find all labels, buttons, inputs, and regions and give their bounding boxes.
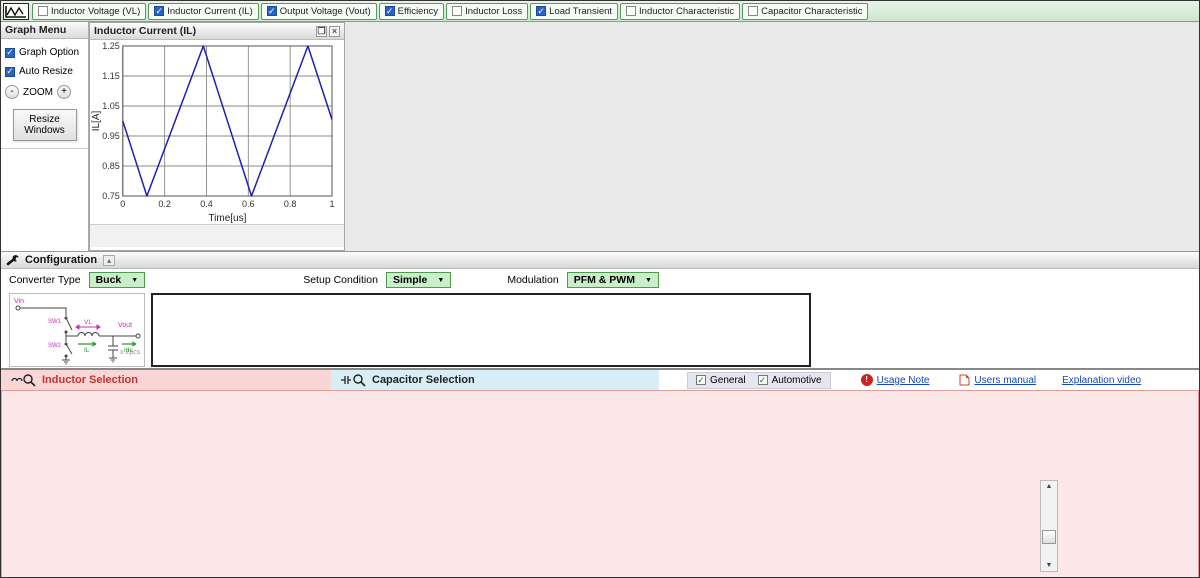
check-icon xyxy=(38,6,48,16)
check-icon: ✓ xyxy=(385,6,395,16)
resize-windows-button[interactable]: Resize Windows xyxy=(13,109,77,141)
check-icon: ✓ xyxy=(696,375,706,385)
check-icon: ✓ xyxy=(5,48,15,58)
setup-condition-group: Setup Condition Simple▼ xyxy=(303,272,451,288)
toolbar-item[interactable]: ✓Output Voltage (Vout) xyxy=(261,3,377,20)
wrench-icon xyxy=(5,254,19,267)
svg-text:0: 0 xyxy=(120,199,125,209)
check-icon xyxy=(626,6,636,16)
converter-type-group: Converter Type Buck▼ xyxy=(9,272,145,288)
svg-text:0.6: 0.6 xyxy=(242,199,255,209)
check-icon: ✓ xyxy=(5,67,15,77)
svg-text:0.75: 0.75 xyxy=(102,191,120,201)
table-scrollbar[interactable]: ▲ ▼ xyxy=(1040,480,1058,572)
app-logo-waveform-icon xyxy=(3,3,29,20)
toolbar-item-label: Inductor Loss xyxy=(465,6,522,17)
check-icon: ✓ xyxy=(267,6,277,16)
capacitor-magnifier-icon xyxy=(341,373,367,387)
toolbar-item[interactable]: Inductor Loss xyxy=(446,3,528,20)
svg-text:1.25: 1.25 xyxy=(102,41,120,51)
svg-text:0.85: 0.85 xyxy=(102,161,120,171)
close-icon[interactable]: × xyxy=(329,26,340,37)
svg-text:1: 1 xyxy=(329,199,334,209)
svg-text:SW2: SW2 xyxy=(48,343,62,349)
scroll-down-icon[interactable]: ▼ xyxy=(1046,560,1053,571)
modulation-group: Modulation PFM & PWM▼ xyxy=(507,272,659,288)
tab-capacitor-selection[interactable]: Capacitor Selection xyxy=(331,370,659,390)
toolbar-item[interactable]: ✓Inductor Current (IL) xyxy=(148,3,259,20)
check-icon: ✓ xyxy=(758,375,768,385)
zoom-out-button[interactable]: - xyxy=(5,85,19,99)
converter-type-select[interactable]: Buck▼ xyxy=(89,272,146,288)
results-table-area: ▲ ▼ xyxy=(1,480,1199,578)
svg-text:0.8: 0.8 xyxy=(284,199,297,209)
toolbar-item-label: Capacitor Characteristic xyxy=(761,6,862,17)
explanation-video-link[interactable]: Explanation video xyxy=(1062,375,1141,386)
check-icon xyxy=(748,6,758,16)
svg-text:0.4: 0.4 xyxy=(200,199,213,209)
svg-text:Time[us]: Time[us] xyxy=(208,213,246,224)
graph-menu-title: Graph Menu xyxy=(1,22,88,39)
top-toolbar: Inductor Voltage (VL)✓Inductor Current (… xyxy=(1,1,1199,22)
general-checkbox[interactable]: ✓General xyxy=(696,375,746,386)
toolbar-item-label: Load Transient xyxy=(549,6,612,17)
usage-note-link[interactable]: Usage Note xyxy=(877,375,930,386)
circuit-diagram: Vin SW1 SW2 VL IL xyxy=(9,293,145,367)
svg-text:0.95: 0.95 xyxy=(102,131,120,141)
scope-filter-chip: ✓General ✓Automotive xyxy=(687,372,831,389)
svg-text:Vout: Vout xyxy=(118,322,132,329)
chart-title: Inductor Current (IL) xyxy=(94,25,196,37)
chart-title-bar: Inductor Current (IL) ❐× xyxy=(90,23,344,40)
toolbar-item-label: Inductor Current (IL) xyxy=(167,6,253,17)
toolbar-item[interactable]: Inductor Characteristic xyxy=(620,3,740,20)
toolbar-item[interactable]: ✓Efficiency xyxy=(379,3,444,20)
maximize-icon[interactable]: ❐ xyxy=(316,26,327,37)
check-icon: ✓ xyxy=(154,6,164,16)
chart-plot: 0 0.2 0.4 0.6 0.8 1 0.75 0.85 0.95 1.05 1.15 1.25 Ti… xyxy=(90,40,340,224)
app-window: Inductor Voltage (VL)✓Inductor Current (… xyxy=(0,0,1200,578)
auto-resize-checkbox[interactable]: ✓ Auto Resize xyxy=(5,66,84,77)
alert-icon: ! xyxy=(861,374,873,386)
svg-text:Vin: Vin xyxy=(14,298,24,305)
svg-text:VL: VL xyxy=(84,319,92,326)
svg-text:0.2: 0.2 xyxy=(158,199,171,209)
parameter-box xyxy=(151,293,811,367)
zoom-in-button[interactable]: + xyxy=(57,85,71,99)
svg-text:Idc: Idc xyxy=(124,347,133,354)
toolbar-item[interactable]: ✓Load Transient xyxy=(530,3,618,20)
scroll-thumb[interactable] xyxy=(1042,530,1056,544)
chart-footer xyxy=(90,224,344,247)
zoom-label: ZOOM xyxy=(23,87,53,98)
graph-region: Graph Menu ✓ Graph Option ✓ Auto Resize … xyxy=(1,22,1199,252)
configuration-title: Configuration xyxy=(25,254,97,266)
check-icon xyxy=(452,6,462,16)
svg-text:1.15: 1.15 xyxy=(102,71,120,81)
tab-inductor-selection[interactable]: Inductor Selection xyxy=(1,370,331,390)
automotive-checkbox[interactable]: ✓Automotive xyxy=(758,375,822,386)
chart-panel: Inductor Current (IL) ❐× 0 0.2 0.4 0.6 0.8 1 0.7… xyxy=(89,22,345,251)
toolbar-item[interactable]: Capacitor Characteristic xyxy=(742,3,868,20)
check-icon: ✓ xyxy=(536,6,546,16)
manual-document-icon xyxy=(959,374,970,386)
svg-text:IL[A]: IL[A] xyxy=(91,111,102,132)
toolbar-item-label: Inductor Voltage (VL) xyxy=(51,6,140,17)
collapse-icon[interactable]: ▴ xyxy=(103,255,115,266)
svg-text:1.05: 1.05 xyxy=(102,101,120,111)
selection-section: Inductor Selection Capacitor Selection ✓… xyxy=(1,370,1199,578)
svg-text:IL: IL xyxy=(84,347,90,354)
toolbar-item-label: Inductor Characteristic xyxy=(639,6,734,17)
inductor-magnifier-icon xyxy=(11,373,37,387)
setup-condition-select[interactable]: Simple▼ xyxy=(386,272,451,288)
toolbar-item-label: Output Voltage (Vout) xyxy=(280,6,371,17)
configuration-section: Configuration ▴ Converter Type Buck▼ Set… xyxy=(1,252,1199,370)
toolbar-item-label: Efficiency xyxy=(398,6,438,17)
users-manual-link[interactable]: Users manual xyxy=(974,375,1036,386)
scroll-up-icon[interactable]: ▲ xyxy=(1046,481,1053,492)
graph-menu-panel: Graph Menu ✓ Graph Option ✓ Auto Resize … xyxy=(1,22,89,251)
graph-option-checkbox[interactable]: ✓ Graph Option xyxy=(5,47,84,58)
svg-text:SW1: SW1 xyxy=(48,319,62,325)
modulation-select[interactable]: PFM & PWM▼ xyxy=(567,272,659,288)
toolbar-item[interactable]: Inductor Voltage (VL) xyxy=(32,3,146,20)
